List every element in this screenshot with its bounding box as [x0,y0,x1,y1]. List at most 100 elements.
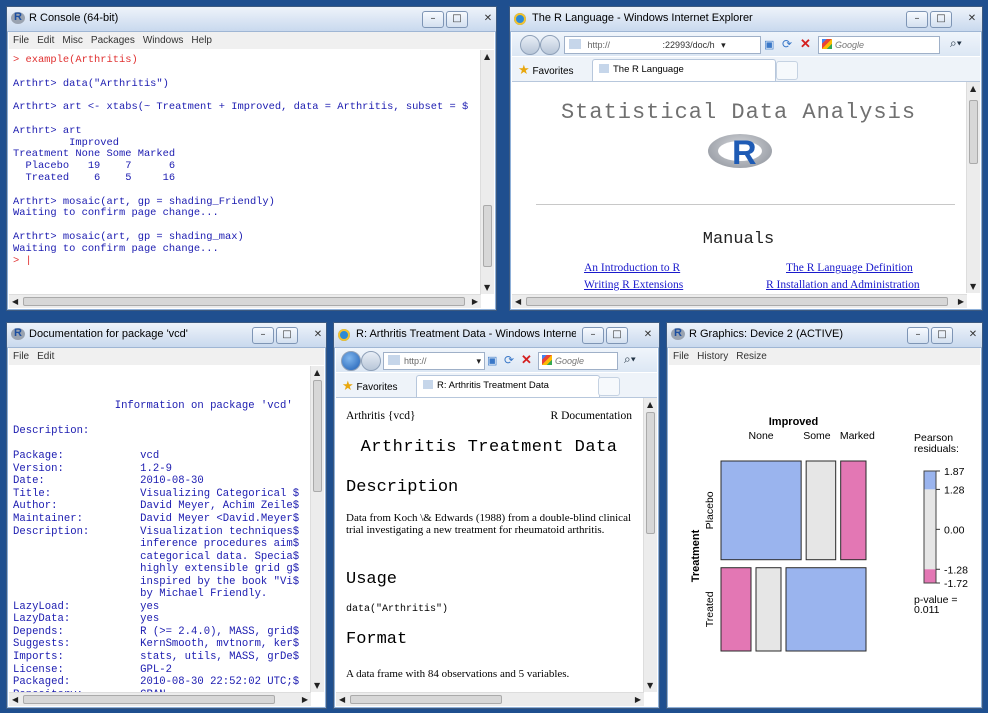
r-console-window[interactable]: R Console (64-bit) – □ ✕ File Edit Misc Pac… [6,6,497,311]
vertical-scrollbar[interactable]: ▲ ▼ [643,398,657,692]
forward-button[interactable] [540,35,560,55]
search-box[interactable]: Google [818,36,940,54]
link-language-definition[interactable]: The R Language Definition [786,262,913,274]
minimize-button[interactable]: – [906,11,928,28]
scroll-thumb[interactable] [23,297,465,306]
new-tab-button[interactable] [776,61,798,80]
vertical-scrollbar[interactable]: ▲ ▼ [310,366,324,692]
search-box[interactable]: Google [538,352,618,370]
close-button[interactable]: ✕ [300,327,336,344]
search-icon[interactable]: ⌕▾ [950,36,962,51]
favorites-button[interactable]: ★ Favorites [518,62,574,78]
scroll-up-arrow-icon[interactable]: ▲ [314,368,320,377]
scroll-right-arrow-icon[interactable]: ▶ [472,297,478,306]
back-button[interactable] [341,351,361,371]
scroll-up-arrow-icon[interactable]: ▲ [647,400,653,409]
address-bar[interactable]: http:// ▾ [383,352,485,370]
address-bar[interactable]: http:// :22993/doc/h ▾ [564,36,761,54]
scroll-left-arrow-icon[interactable]: ◀ [515,297,521,306]
scroll-thumb[interactable] [526,297,948,306]
title-bar[interactable]: Documentation for package 'vcd' – □ ✕ [7,323,326,348]
maximize-button[interactable]: □ [276,327,298,344]
menu-history[interactable]: History [697,351,728,362]
horizontal-scrollbar[interactable]: ◀ ▶ [9,692,311,706]
menu-help[interactable]: Help [191,35,212,46]
new-tab-button[interactable] [598,377,620,396]
title-bar[interactable]: R Graphics: Device 2 (ACTIVE) – □ ✕ [667,323,982,348]
scroll-thumb[interactable] [313,380,322,492]
menu-edit[interactable]: Edit [37,351,54,362]
maximize-button[interactable]: □ [446,11,468,28]
scroll-thumb[interactable] [350,695,502,704]
scroll-right-arrow-icon[interactable]: ▶ [635,695,641,704]
scroll-up-arrow-icon[interactable]: ▲ [484,52,490,61]
console-output[interactable]: > example(Arthritis) Arthrt> data("Arthr… [13,54,468,267]
r-logo-icon [11,327,25,340]
scroll-left-arrow-icon[interactable]: ◀ [12,695,18,704]
maximize-button[interactable]: □ [931,327,953,344]
favorites-button[interactable]: ★ Favorites [342,378,398,394]
r-graphics-window[interactable]: R Graphics: Device 2 (ACTIVE) – □ ✕ File… [666,322,983,709]
close-button[interactable]: ✕ [955,327,988,344]
ie-main-window[interactable]: The R Language - Windows Internet Explor… [509,6,983,311]
close-button[interactable]: ✕ [470,11,506,28]
back-button[interactable] [520,35,540,55]
compatibility-icon[interactable]: ▣ [487,354,497,367]
scroll-thumb[interactable] [23,695,275,704]
ie-arthritis-window[interactable]: R: Arthritis Treatment Data - Windows In… [333,322,660,709]
horizontal-scrollbar[interactable]: ◀ ▶ [336,692,644,706]
refresh-icon[interactable]: ⟳ [504,353,514,367]
vertical-scrollbar[interactable]: ▲ ▼ [480,50,494,294]
scroll-thumb[interactable] [969,100,978,164]
stop-icon[interactable]: ✕ [800,36,811,52]
link-writing-extensions[interactable]: Writing R Extensions [584,279,683,291]
dropdown-icon[interactable]: ▾ [721,40,726,50]
doc-header-right: R Documentation [550,410,632,422]
minimize-button[interactable]: – [422,11,444,28]
window-title: The R Language - Windows Internet Explor… [532,12,753,24]
dropdown-icon[interactable]: ▾ [476,353,481,369]
vcd-documentation-window[interactable]: Documentation for package 'vcd' – □ ✕ Fi… [6,322,327,709]
title-bar[interactable]: R: Arthritis Treatment Data - Windows In… [334,323,659,348]
scroll-up-arrow-icon[interactable]: ▲ [970,84,976,93]
stop-icon[interactable]: ✕ [521,352,532,368]
menu-misc[interactable]: Misc [62,35,83,46]
maximize-button[interactable]: □ [930,11,952,28]
title-bar[interactable]: The R Language - Windows Internet Explor… [510,7,982,32]
close-button[interactable]: ✕ [630,327,666,344]
scroll-down-arrow-icon[interactable]: ▼ [484,283,490,292]
link-intro-to-r[interactable]: An Introduction to R [584,262,680,274]
minimize-button[interactable]: – [582,327,604,344]
scroll-down-arrow-icon[interactable]: ▼ [647,681,653,690]
refresh-icon[interactable]: ⟳ [782,37,792,51]
menu-resize[interactable]: Resize [736,351,767,362]
menu-file[interactable]: File [673,351,689,362]
compatibility-icon[interactable]: ▣ [764,38,774,51]
menu-packages[interactable]: Packages [91,35,135,46]
scroll-down-arrow-icon[interactable]: ▼ [970,282,976,291]
menu-file[interactable]: File [13,35,29,46]
link-installation-admin[interactable]: R Installation and Administration [766,279,920,291]
scroll-right-arrow-icon[interactable]: ▶ [302,695,308,704]
forward-button[interactable] [361,351,381,371]
scroll-left-arrow-icon[interactable]: ◀ [339,695,345,704]
scroll-left-arrow-icon[interactable]: ◀ [12,297,18,306]
scroll-down-arrow-icon[interactable]: ▼ [314,681,320,690]
title-bar[interactable]: R Console (64-bit) – □ ✕ [7,7,496,32]
tab-arthritis-treatment-data[interactable]: R: Arthritis Treatment Data [416,375,600,397]
horizontal-scrollbar[interactable]: ◀ ▶ [9,294,481,308]
minimize-button[interactable]: – [252,327,274,344]
menu-windows[interactable]: Windows [143,35,184,46]
vertical-scrollbar[interactable]: ▲ ▼ [966,82,980,293]
close-button[interactable]: ✕ [954,11,988,28]
scroll-right-arrow-icon[interactable]: ▶ [958,297,964,306]
maximize-button[interactable]: □ [606,327,628,344]
tab-the-r-language[interactable]: The R Language [592,59,776,81]
minimize-button[interactable]: – [907,327,929,344]
scroll-thumb[interactable] [483,205,492,267]
search-icon[interactable]: ⌕▾ [624,352,636,367]
menu-edit[interactable]: Edit [37,35,54,46]
menu-file[interactable]: File [13,351,29,362]
horizontal-scrollbar[interactable]: ◀ ▶ [512,294,967,308]
scroll-thumb[interactable] [646,412,655,534]
